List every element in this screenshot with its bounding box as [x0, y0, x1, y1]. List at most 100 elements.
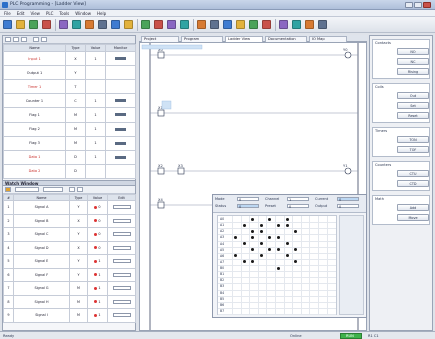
watch-edit-cell[interactable]	[107, 254, 136, 269]
watch-edit-field[interactable]	[112, 272, 131, 277]
element-monitor[interactable]	[105, 79, 136, 95]
panel-down-icon[interactable]	[41, 37, 47, 42]
element-row[interactable]: Flag 1M1	[3, 107, 136, 123]
watch-edit-cell[interactable]	[107, 267, 136, 282]
palette-button[interactable]: NO	[397, 48, 429, 55]
palette-button[interactable]: Reset	[397, 112, 429, 119]
col-monitor[interactable]: Monitor	[105, 44, 136, 52]
watch-clear-icon[interactable]	[77, 187, 83, 192]
contact-symbol[interactable]	[157, 167, 165, 175]
watch-add-icon[interactable]	[5, 187, 11, 192]
element-row[interactable]: Timer 1T	[3, 79, 136, 95]
minimize-button[interactable]	[405, 2, 413, 8]
redo-icon[interactable]	[111, 20, 120, 29]
open-icon[interactable]	[16, 20, 25, 29]
monitor-icon[interactable]	[180, 20, 189, 29]
coil-symbol[interactable]	[344, 167, 352, 175]
watch-edit-cell[interactable]	[107, 308, 136, 323]
paste-icon[interactable]	[85, 20, 94, 29]
element-monitor[interactable]	[105, 93, 136, 109]
monitor-field[interactable]: 0	[237, 197, 259, 202]
palette-button[interactable]: NC	[397, 58, 429, 65]
menu-plc[interactable]: PLC	[46, 11, 53, 16]
contact-symbol[interactable]	[157, 109, 165, 117]
palette-button[interactable]: Out	[397, 92, 429, 99]
contact-symbol[interactable]	[157, 51, 165, 59]
monitor-field[interactable]: 0	[337, 204, 359, 209]
watch-filter[interactable]	[43, 187, 63, 192]
stop-icon[interactable]	[236, 20, 245, 29]
compile-icon[interactable]	[292, 20, 301, 29]
element-monitor[interactable]	[105, 50, 136, 67]
offline-icon[interactable]	[210, 20, 219, 29]
menu-file[interactable]: File	[4, 11, 11, 16]
watch-row[interactable]: 9 Signal IM 1	[3, 308, 136, 323]
run-icon[interactable]	[223, 20, 232, 29]
watch-row[interactable]: 3 Signal CY 0	[3, 227, 136, 242]
close-button[interactable]	[423, 2, 431, 8]
col-name[interactable]: Name	[3, 44, 66, 52]
monitor-field[interactable]: 0	[287, 204, 309, 209]
palette-button[interactable]: Add	[397, 204, 429, 211]
element-row[interactable]: Data 1D1	[3, 149, 136, 165]
watch-row[interactable]: 1 Signal AY 0	[3, 200, 136, 215]
copy-icon[interactable]	[72, 20, 81, 29]
watch-edit-cell[interactable]	[107, 240, 136, 255]
menu-tools[interactable]: Tools	[59, 11, 69, 16]
element-row[interactable]: Flag 2M1	[3, 121, 136, 137]
palette-button[interactable]: Set	[397, 102, 429, 109]
find-icon[interactable]	[124, 20, 133, 29]
watch-row[interactable]: 5 Signal EY 1	[3, 254, 136, 269]
palette-button[interactable]: Rising	[397, 68, 429, 75]
cut-icon[interactable]	[59, 20, 68, 29]
upload-icon[interactable]	[279, 20, 288, 29]
palette-button[interactable]: TOF	[397, 146, 429, 153]
debug-icon[interactable]	[249, 20, 258, 29]
element-monitor[interactable]	[105, 107, 136, 123]
monitor-field[interactable]: 1	[287, 197, 309, 202]
palette-button[interactable]: Move	[397, 214, 429, 221]
watch-edit-field[interactable]	[112, 245, 131, 250]
project-icon[interactable]	[305, 20, 314, 29]
menu-edit[interactable]: Edit	[17, 11, 25, 16]
monitor-window[interactable]: Mode 0 Status 0 Channel 1 Preset 0 Current 0 Outpu…	[212, 194, 367, 318]
contact-symbol[interactable]	[177, 167, 185, 175]
menu-window[interactable]: Window	[75, 11, 91, 16]
palette-button[interactable]: CTD	[397, 180, 429, 187]
grid-icon[interactable]	[167, 20, 176, 29]
palette-button[interactable]: CTU	[397, 170, 429, 177]
watch-edit-field[interactable]	[112, 313, 131, 318]
watch-edit-field[interactable]	[112, 286, 131, 291]
element-monitor[interactable]	[105, 65, 136, 81]
monitor-grid[interactable]: A0 A1 A2 A3 A4 A5 A6 A7 B0 B1 B2 B3 B4 B5 B6 B7	[217, 215, 337, 315]
element-row[interactable]: Output 1Y	[3, 65, 136, 81]
element-row[interactable]: Data 2D	[3, 163, 136, 180]
watch-row[interactable]: 6 Signal FY 1	[3, 267, 136, 282]
zoom-out-icon[interactable]	[154, 20, 163, 29]
maximize-button[interactable]	[414, 2, 422, 8]
watch-select[interactable]	[15, 187, 39, 192]
help-icon[interactable]	[318, 20, 327, 29]
contact-symbol[interactable]	[157, 201, 165, 209]
watch-row[interactable]: 7 Signal GM 1	[3, 281, 136, 296]
online-icon[interactable]	[197, 20, 206, 29]
watch-edit-field[interactable]	[112, 299, 131, 304]
element-monitor[interactable]	[105, 163, 136, 180]
element-monitor[interactable]	[105, 135, 136, 151]
watch-edit-field[interactable]	[112, 205, 131, 210]
panel-add-icon[interactable]	[5, 37, 11, 42]
element-row[interactable]: Input 1X1	[3, 50, 136, 67]
monitor-field[interactable]: 0	[337, 197, 359, 202]
watch-edit-field[interactable]	[112, 259, 131, 264]
element-monitor[interactable]	[105, 149, 136, 165]
watch-edit-cell[interactable]	[107, 227, 136, 242]
watch-refresh-icon[interactable]	[69, 187, 75, 192]
undo-icon[interactable]	[98, 20, 107, 29]
monitor-field[interactable]: 0	[237, 204, 259, 209]
menu-help[interactable]: Help	[97, 11, 106, 16]
coil-symbol[interactable]	[344, 51, 352, 59]
watch-edit-cell[interactable]	[107, 200, 136, 215]
element-row[interactable]: Counter 1C1	[3, 93, 136, 109]
col-type[interactable]: Type	[65, 44, 86, 52]
watch-edit-cell[interactable]	[107, 281, 136, 296]
